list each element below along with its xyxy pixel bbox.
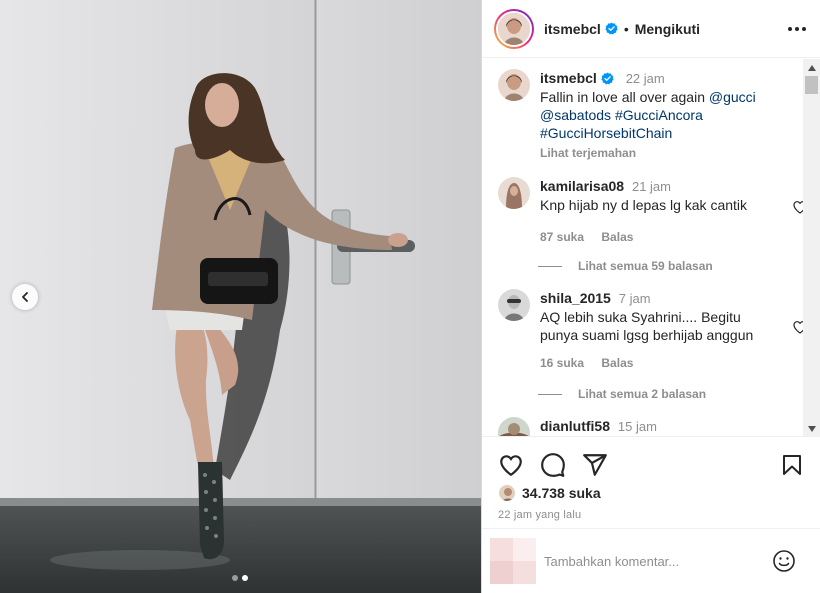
view-replies-button[interactable]: Lihat semua 59 balasan: [538, 259, 713, 273]
likes-count[interactable]: 34.738 suka: [522, 485, 601, 501]
emoji-icon[interactable]: [772, 549, 796, 573]
caption-time[interactable]: 22 jam: [626, 71, 665, 86]
author-username[interactable]: itsmebcl: [544, 21, 601, 37]
comment-avatar[interactable]: [498, 177, 530, 209]
comment-time[interactable]: 15 jam: [618, 419, 657, 434]
comment-username[interactable]: shila_2015: [540, 290, 611, 306]
comment-text: AQ lebih suka Syahrini.... Begitu punya …: [540, 309, 754, 343]
comment-likes[interactable]: 16 suka: [540, 356, 584, 370]
post-header: itsmebcl • Mengikuti: [482, 0, 820, 58]
caption-text: Fallin in love all over again: [540, 89, 709, 105]
chevron-left-icon: [22, 292, 28, 302]
author-avatar[interactable]: [494, 8, 534, 49]
comment-composer: [482, 528, 820, 593]
caption-username[interactable]: itsmebcl: [540, 70, 597, 86]
mention-link[interactable]: @sabatods: [540, 107, 611, 123]
follow-status-button[interactable]: Mengikuti: [635, 21, 700, 37]
carousel-dot-active[interactable]: [242, 575, 248, 581]
view-replies-button[interactable]: Lihat semua 2 balasan: [538, 387, 706, 401]
likes-summary[interactable]: 34.738 suka: [498, 484, 601, 502]
comment-time[interactable]: 21 jam: [632, 179, 671, 194]
comment-time[interactable]: 7 jam: [619, 291, 651, 306]
separator-dot: •: [623, 20, 629, 37]
verified-badge-icon: [605, 22, 618, 35]
reply-button[interactable]: Balas: [601, 230, 633, 244]
share-icon[interactable]: [582, 452, 608, 478]
comment-username[interactable]: kamilarisa08: [540, 178, 624, 194]
carousel-prev-button[interactable]: [12, 284, 38, 310]
more-options-icon[interactable]: [788, 26, 806, 31]
comment-input[interactable]: [544, 553, 772, 569]
translate-link[interactable]: Lihat terjemahan: [540, 144, 780, 162]
comment-text: Knp hijab ny d lepas lg kak cantik: [540, 197, 748, 213]
reply-button[interactable]: Balas: [601, 356, 633, 370]
comment-item: shila_2015 7 jam AQ lebih suka Syahrini.…: [498, 289, 807, 372]
bookmark-icon[interactable]: [780, 452, 804, 478]
carousel-dots: [232, 575, 248, 581]
hashtag-link[interactable]: #GucciHorsebitChain: [540, 125, 672, 141]
scroll-thumb[interactable]: [805, 76, 818, 94]
comment-username[interactable]: dianlutfi58: [540, 418, 610, 434]
caption: itsmebcl 22 jam Fallin in love all over …: [498, 69, 798, 162]
photo-scene: [0, 0, 481, 593]
comment-item: dianlutfi58 15 jam: [498, 417, 798, 436]
current-user-avatar: [490, 538, 536, 584]
view-replies-label: Lihat semua 59 balasan: [578, 259, 713, 273]
comments-scrollbar[interactable]: [803, 59, 820, 436]
post-photo[interactable]: [0, 0, 482, 593]
hashtag-link[interactable]: #GucciAncora: [615, 107, 703, 123]
view-replies-label: Lihat semua 2 balasan: [578, 387, 707, 401]
comments-list[interactable]: itsmebcl 22 jam Fallin in love all over …: [482, 59, 820, 437]
comment-likes[interactable]: 87 suka: [540, 230, 584, 244]
heart-icon[interactable]: [498, 452, 524, 478]
scroll-up-arrow[interactable]: [803, 59, 820, 76]
mention-link[interactable]: @gucci: [709, 89, 756, 105]
comment-icon[interactable]: [540, 452, 566, 478]
verified-badge-icon: [601, 72, 614, 85]
scroll-down-arrow[interactable]: [803, 420, 820, 436]
post-timestamp[interactable]: 22 jam yang lalu: [498, 509, 581, 521]
caption-avatar[interactable]: [498, 69, 530, 101]
comment-item: kamilarisa08 21 jam Knp hijab ny d lepas…: [498, 177, 807, 246]
comment-avatar[interactable]: [498, 417, 530, 436]
comment-avatar[interactable]: [498, 289, 530, 321]
carousel-dot[interactable]: [232, 575, 238, 581]
post-sidebar: itsmebcl • Mengikuti itsmebcl 22 jam Fal…: [482, 0, 820, 593]
action-bar: [498, 452, 804, 478]
liker-avatar: [498, 484, 516, 502]
